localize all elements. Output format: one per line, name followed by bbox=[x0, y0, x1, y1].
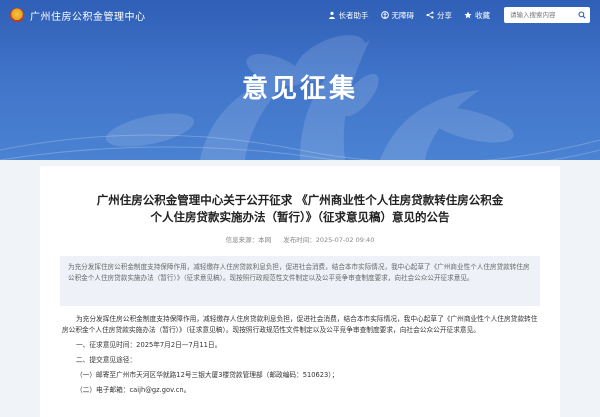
body-channels: 二、提交意见途径： bbox=[76, 356, 137, 364]
banner-title: 意见征集 bbox=[241, 74, 358, 104]
article-body: 为充分发挥住房公积金制度支持保障作用，减轻缴存人住房贷款利息负担，促进社会消费，… bbox=[62, 314, 538, 396]
emblem-logo bbox=[10, 8, 24, 22]
favorite-link[interactable]: 收藏 bbox=[464, 10, 490, 21]
article-title: 广州住房公积金管理中心关于公开征求 《广州商业性个人住房贷款转住房公积金 个人住… bbox=[96, 193, 504, 224]
accessibility-link[interactable]: 无障碍 bbox=[380, 10, 415, 21]
body-email: （二）电子邮箱：caijh@gz.gov.cn。 bbox=[76, 386, 191, 394]
accessibility-icon bbox=[380, 11, 389, 19]
star-icon bbox=[464, 11, 472, 19]
search-box bbox=[504, 7, 590, 23]
article-source: 信息来源：本网 bbox=[225, 236, 272, 244]
share-label: 分享 bbox=[437, 10, 452, 20]
hero-banner: 广州住房公积金管理中心 长者助手 无障碍 分享 收藏 意 bbox=[0, 0, 600, 160]
search-icon[interactable] bbox=[578, 11, 586, 19]
favorite-label: 收藏 bbox=[475, 10, 490, 20]
article-date: 发布时间：2025-07-02 09:40 bbox=[283, 236, 375, 244]
article-meta: 信息来源：本网 发布时间：2025-07-02 09:40 bbox=[40, 234, 560, 244]
accessibility-label: 无障碍 bbox=[391, 10, 415, 20]
body-period: 一、征求意见时间：2025年7月2日—7月11日。 bbox=[76, 341, 222, 349]
share-icon bbox=[426, 11, 434, 19]
elder-assistant-icon bbox=[328, 11, 335, 19]
site-name[interactable]: 广州住房公积金管理中心 bbox=[30, 8, 146, 23]
search-input[interactable] bbox=[510, 11, 574, 19]
share-link[interactable]: 分享 bbox=[426, 10, 452, 21]
elder-assistant-link[interactable]: 长者助手 bbox=[328, 10, 369, 21]
body-mail: （一）邮寄至广州市天河区华就路12号三银大厦3楼贷款管理部（邮政编码：51062… bbox=[76, 371, 339, 379]
elder-assistant-label: 长者助手 bbox=[338, 10, 369, 20]
article-container: 广州住房公积金管理中心关于公开征求 《广州商业性个人住房贷款转住房公积金 个人住… bbox=[40, 166, 560, 417]
top-links: 长者助手 无障碍 分享 收藏 bbox=[316, 7, 590, 23]
article-summary: 为充分发挥住房公积金制度支持保障作用，减轻缴存人住房贷款利息负担，促进社会消费，… bbox=[60, 256, 540, 306]
top-bar: 广州住房公积金管理中心 长者助手 无障碍 分享 收藏 bbox=[0, 0, 600, 30]
body-intro: 为充分发挥住房公积金制度支持保障作用，减轻缴存人住房贷款利息负担，促进社会消费，… bbox=[62, 315, 538, 334]
